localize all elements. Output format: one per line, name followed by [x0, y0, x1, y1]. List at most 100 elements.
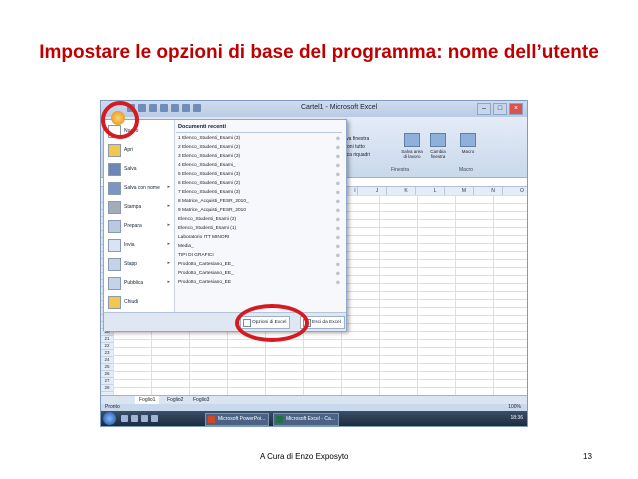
title-bar: Cartel1 - Microsoft Excel – □ ×	[101, 101, 527, 117]
recent-document-item[interactable]: 3 Elenco_Studenti_Esami (3) ⊗	[178, 153, 342, 161]
workspace-icon	[404, 133, 420, 147]
page-number: 13	[583, 452, 592, 461]
taskbar-excel-button[interactable]: Microsoft Excel - Ca...	[273, 413, 339, 426]
system-clock: 18:36	[510, 415, 523, 421]
recent-documents-title: Documenti recenti	[178, 124, 226, 130]
quick-access-toolbar	[127, 104, 201, 112]
powerpoint-icon	[208, 416, 215, 423]
pin-icon: ⊗	[335, 235, 340, 241]
taskbar: Microsoft PowerPoi... Microsoft Excel - …	[101, 411, 527, 426]
qat-sort-icon[interactable]	[182, 104, 190, 112]
recent-document-item[interactable]: Prodotto_Cartesiano_EE_ ⊗	[178, 261, 342, 269]
save-workspace-button[interactable]: Salva area di lavoro	[401, 133, 423, 159]
recent-document-item[interactable]: 4 Elenco_Studenti_Esami_ ⊗	[178, 162, 342, 170]
menu-item-salva-con-nome[interactable]: Salva con nome ▸	[108, 179, 172, 199]
recent-document-item[interactable]: 2 Elenco_Studenti_Esami (2) ⊗	[178, 144, 342, 152]
macro-icon	[460, 133, 476, 147]
recent-document-item[interactable]: 6 Elenco_Studenti_Esami (2) ⊗	[178, 180, 342, 188]
recent-document-item[interactable]: 8 Matrice_Acquisti_FESR_2010_ ⊗	[178, 198, 342, 206]
save-as-icon	[108, 182, 121, 195]
close-folder-icon	[108, 296, 121, 309]
menu-item-salva[interactable]: Salva	[108, 160, 172, 180]
save-icon	[108, 163, 121, 176]
sheet-tabs: Foglio1 Foglio2 Foglio3	[101, 395, 527, 404]
recent-document-item[interactable]: Prodotto_Cartesiano_EE_ ⊗	[178, 270, 342, 278]
excel-icon	[276, 416, 283, 423]
menu-item-prepara[interactable]: Prepara ▸	[108, 217, 172, 237]
open-folder-icon	[108, 144, 121, 157]
pin-icon: ⊗	[335, 262, 340, 268]
status-text: Pronto	[105, 404, 120, 410]
recent-document-item[interactable]: TIPI DI GRAFICI ⊗	[178, 252, 342, 260]
pin-icon: ⊗	[335, 280, 340, 286]
qat-preview-icon[interactable]	[171, 104, 179, 112]
sheet-tab[interactable]: Foglio3	[189, 396, 213, 404]
close-button[interactable]: ×	[509, 103, 523, 115]
pin-icon: ⊗	[335, 172, 340, 178]
office-menu-commands: Nuovo Apri Salva Salva con nome ▸ Stampa ▸…	[104, 120, 175, 312]
column-header[interactable]: O	[502, 187, 527, 195]
quick-launch	[121, 415, 158, 422]
divider	[176, 132, 342, 133]
pin-icon: ⊗	[335, 163, 340, 169]
publish-icon	[108, 277, 121, 290]
ribbon-group-label-macro: Macro	[459, 167, 473, 173]
sheet-tab[interactable]: Foglio1	[135, 396, 160, 404]
menu-item-apri[interactable]: Apri	[108, 141, 172, 161]
publish-icon	[108, 258, 121, 271]
pin-icon: ⊗	[335, 190, 340, 196]
office-menu: Nuovo Apri Salva Salva con nome ▸ Stampa ▸…	[103, 119, 347, 331]
folder-icon[interactable]	[141, 415, 148, 422]
office-menu-footer: Opzioni di Excel Esci da Excel	[104, 312, 346, 331]
minimize-button[interactable]: –	[477, 103, 491, 115]
recent-document-item[interactable]: Laboratorio ITT MINORI ⊗	[178, 234, 342, 242]
pin-icon: ⊗	[335, 244, 340, 250]
desktop-icon[interactable]	[121, 415, 128, 422]
pin-icon: ⊗	[335, 154, 340, 160]
start-button[interactable]	[103, 412, 116, 425]
zoom-level[interactable]: 100%	[508, 404, 521, 411]
recent-document-item[interactable]: 1 Elenco_Studenti_Esami (3) ⊗	[178, 135, 342, 143]
recent-document-item[interactable]: 9 Matrice_Acquisti_FESR_2010 ⊗	[178, 207, 342, 215]
send-icon	[108, 239, 121, 252]
qat-chart-icon[interactable]	[193, 104, 201, 112]
excel-screenshot: Cartel1 - Microsoft Excel – □ × Nuova fi…	[100, 100, 528, 427]
maximize-button[interactable]: □	[493, 103, 507, 115]
recent-document-item[interactable]: 5 Elenco_Studenti_Esami (3) ⊗	[178, 171, 342, 179]
recent-document-item[interactable]: Elenco_Studenti_Esami (2) ⊗	[178, 216, 342, 224]
pin-icon: ⊗	[335, 271, 340, 277]
menu-item-chiudi[interactable]: Chiudi	[108, 293, 172, 313]
pin-icon: ⊗	[335, 136, 340, 142]
media-icon[interactable]	[151, 415, 158, 422]
qat-redo-icon[interactable]	[149, 104, 157, 112]
taskbar-powerpoint-button[interactable]: Microsoft PowerPoi...	[205, 413, 270, 426]
pin-icon: ⊗	[335, 226, 340, 232]
footer-credit: A Cura di Enzo Exposyto	[260, 452, 349, 461]
sheet-tab[interactable]: Foglio2	[163, 396, 187, 404]
pin-icon: ⊗	[335, 145, 340, 151]
pin-icon: ⊗	[335, 199, 340, 205]
switch-window-icon	[430, 133, 446, 147]
pin-icon: ⊗	[335, 181, 340, 187]
macro-button[interactable]: Macro	[457, 133, 479, 159]
menu-item-stampa[interactable]: Stampa ▸	[108, 198, 172, 218]
pin-icon: ⊗	[335, 217, 340, 223]
recent-document-item[interactable]: Media_ ⊗	[178, 243, 342, 251]
switch-window-button[interactable]: Cambia finestra	[427, 133, 449, 159]
recent-document-item[interactable]: Elenco_Studenti_Esami (1) ⊗	[178, 225, 342, 233]
menu-item-pubblica[interactable]: Pubblica ▸	[108, 274, 172, 294]
browser-icon[interactable]	[131, 415, 138, 422]
recent-document-item[interactable]: Prodotto_Cartesiano_EE ⊗	[178, 279, 342, 287]
qat-undo-icon[interactable]	[138, 104, 146, 112]
qat-print-icon[interactable]	[160, 104, 168, 112]
office-button[interactable]	[111, 111, 125, 125]
prepare-icon	[108, 220, 121, 233]
window-title: Cartel1 - Microsoft Excel	[301, 104, 378, 111]
slide-title: Impostare le opzioni di base del program…	[39, 42, 599, 63]
row-header[interactable]: 28	[101, 384, 113, 392]
recent-documents: Documenti recenti 1 Elenco_Studenti_Esam…	[176, 122, 344, 312]
recent-document-item[interactable]: 7 Elenco_Studenti_Esami (3) ⊗	[178, 189, 342, 197]
menu-item-stapp[interactable]: Stapp ▸	[108, 255, 172, 275]
pin-icon: ⊗	[335, 208, 340, 214]
menu-item-invia[interactable]: Invia ▸	[108, 236, 172, 256]
